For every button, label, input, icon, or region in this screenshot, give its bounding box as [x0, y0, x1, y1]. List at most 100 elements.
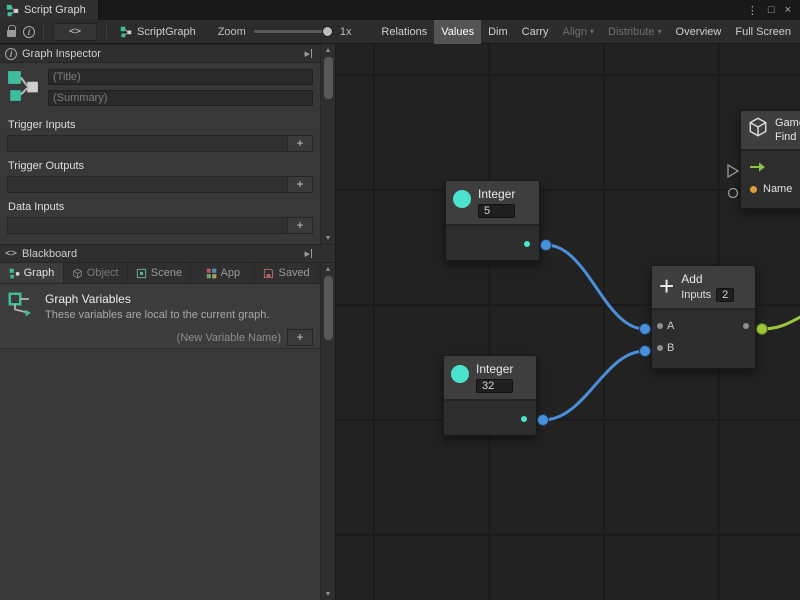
node-find-header[interactable]: Game Find: [741, 111, 800, 151]
port-find-trigger-input[interactable]: [728, 165, 738, 177]
inspector-scroll-thumb[interactable]: [324, 57, 333, 99]
window-titlebar: Script Graph ⋮ □ ×: [0, 0, 800, 20]
tab-app-label: App: [221, 267, 241, 279]
new-variable-field[interactable]: [8, 332, 281, 344]
distribute-button[interactable]: Distribute ▾: [601, 20, 668, 44]
node-add-header[interactable]: + Add Inputs 2: [652, 266, 755, 310]
fullscreen-button[interactable]: Full Screen: [728, 20, 798, 44]
input-port-b-dot[interactable]: [657, 345, 663, 351]
window-menu-icon[interactable]: ⋮: [747, 4, 758, 17]
tab-graph-label: Graph: [24, 267, 55, 279]
port-add-output[interactable]: [757, 324, 768, 335]
inspect-toggle-button[interactable]: i: [20, 20, 38, 44]
port-int2-output[interactable]: [538, 415, 549, 426]
graph-identity-fields: [48, 69, 313, 106]
script-graph-icon: [6, 4, 19, 17]
add-trigger-input-button[interactable]: +: [287, 135, 313, 152]
zoom-label: Zoom: [218, 26, 246, 38]
node-title-line2: Find: [775, 130, 800, 144]
zoom-slider-knob[interactable]: [322, 26, 333, 37]
tab-saved[interactable]: Saved: [255, 263, 319, 283]
scroll-down-icon[interactable]: ▼: [321, 588, 335, 600]
close-icon[interactable]: ×: [785, 4, 791, 16]
chevron-down-icon: ▾: [590, 27, 594, 36]
graph-canvas[interactable]: Integer 5 Integer 32 + Add Inputs: [336, 44, 800, 600]
trigger-outputs-label: Trigger Outputs: [8, 160, 335, 172]
trigger-inputs-label: Trigger Inputs: [8, 119, 335, 131]
tab-scene[interactable]: Scene: [128, 263, 192, 283]
node-find[interactable]: Game Find Name: [740, 110, 800, 209]
add-variable-button[interactable]: +: [287, 329, 313, 346]
tab-app[interactable]: App: [191, 263, 255, 283]
panel-expand-button[interactable]: ▸: [304, 47, 312, 60]
inputs-label: Inputs: [681, 289, 711, 301]
relations-label: Relations: [381, 26, 427, 38]
trigger-outputs-list: +: [7, 176, 313, 193]
integer-value-field[interactable]: 32: [476, 379, 513, 393]
scroll-up-icon[interactable]: ▲: [321, 44, 335, 56]
node-integer-2[interactable]: Integer 32: [443, 355, 537, 436]
graph-reference-button[interactable]: ScriptGraph: [112, 26, 204, 38]
graph-summary-field[interactable]: [48, 90, 313, 106]
node-integer-1[interactable]: Integer 5: [445, 180, 540, 261]
blackboard-panel: <> Blackboard ▸ Graph Object: [0, 244, 335, 600]
integer-value-field[interactable]: 5: [478, 204, 515, 218]
blackboard-scroll-thumb[interactable]: [324, 276, 333, 340]
overview-button[interactable]: Overview: [669, 20, 729, 44]
trigger-inputs-list: +: [7, 135, 313, 152]
port-int1-output[interactable]: [541, 240, 552, 251]
values-button[interactable]: Values: [434, 20, 481, 44]
window-controls: ⋮ □ ×: [747, 0, 800, 20]
node-integer-1-header[interactable]: Integer 5: [446, 181, 539, 226]
tab-title: Script Graph: [24, 4, 86, 16]
port-row-b: B: [652, 337, 755, 359]
data-inputs-label: Data Inputs: [8, 201, 335, 213]
port-add-input-a[interactable]: [640, 324, 651, 335]
add-trigger-output-button[interactable]: +: [287, 176, 313, 193]
node-integer-2-header[interactable]: Integer 32: [444, 356, 536, 401]
info-icon: i: [5, 48, 17, 60]
inputs-count-field[interactable]: 2: [716, 288, 734, 302]
string-port-dot[interactable]: [750, 186, 757, 193]
dim-button[interactable]: Dim: [481, 20, 515, 44]
align-button[interactable]: Align ▾: [556, 20, 601, 44]
blackboard-tabs: Graph Object Scene: [0, 263, 335, 284]
output-port-dot[interactable]: [521, 416, 527, 422]
output-port-dot[interactable]: [743, 323, 749, 329]
wire-add-output: [762, 314, 800, 329]
input-port-a-dot[interactable]: [657, 323, 663, 329]
inspector-scrollbar[interactable]: ▲ ▼: [320, 44, 335, 244]
graph-inspector-header[interactable]: i Graph Inspector ▸: [0, 44, 335, 63]
port-add-input-b[interactable]: [640, 346, 651, 357]
graph-identity-row: [0, 63, 335, 111]
graph-title-field[interactable]: [48, 69, 313, 85]
node-integer-2-body: [444, 401, 536, 435]
scroll-up-icon[interactable]: ▲: [321, 263, 335, 275]
carry-button[interactable]: Carry: [515, 20, 556, 44]
tab-graph[interactable]: Graph: [0, 263, 64, 283]
lock-button[interactable]: [2, 20, 20, 44]
tab-object[interactable]: Object: [64, 263, 128, 283]
saved-icon: [263, 268, 274, 279]
blackboard-scrollbar[interactable]: ▲ ▼: [320, 263, 335, 600]
panel-expand-button[interactable]: ▸: [304, 247, 312, 260]
scroll-down-icon[interactable]: ▼: [321, 232, 335, 244]
graph-name-label: ScriptGraph: [137, 26, 196, 38]
relations-button[interactable]: Relations: [374, 20, 434, 44]
tab-script-graph[interactable]: Script Graph: [0, 0, 99, 20]
zoom-slider[interactable]: [254, 30, 332, 33]
blackboard-header[interactable]: <> Blackboard ▸: [0, 244, 335, 263]
maximize-icon[interactable]: □: [768, 4, 775, 16]
flow-arrow-icon[interactable]: [750, 162, 765, 172]
edit-source-button[interactable]: <>: [53, 23, 97, 41]
port-find-name-input[interactable]: [729, 189, 738, 198]
add-data-input-button[interactable]: +: [287, 217, 313, 234]
script-graph-icon-large: [6, 69, 40, 103]
node-add[interactable]: + Add Inputs 2 A B: [651, 265, 756, 369]
tab-scene-label: Scene: [151, 267, 182, 279]
output-port-dot[interactable]: [524, 241, 530, 247]
blackboard-icon: <>: [5, 248, 17, 259]
node-title: Add: [681, 272, 734, 286]
carry-label: Carry: [522, 26, 549, 38]
toolbar-buttons: Relations Values Dim Carry Align ▾ Distr…: [374, 20, 798, 44]
